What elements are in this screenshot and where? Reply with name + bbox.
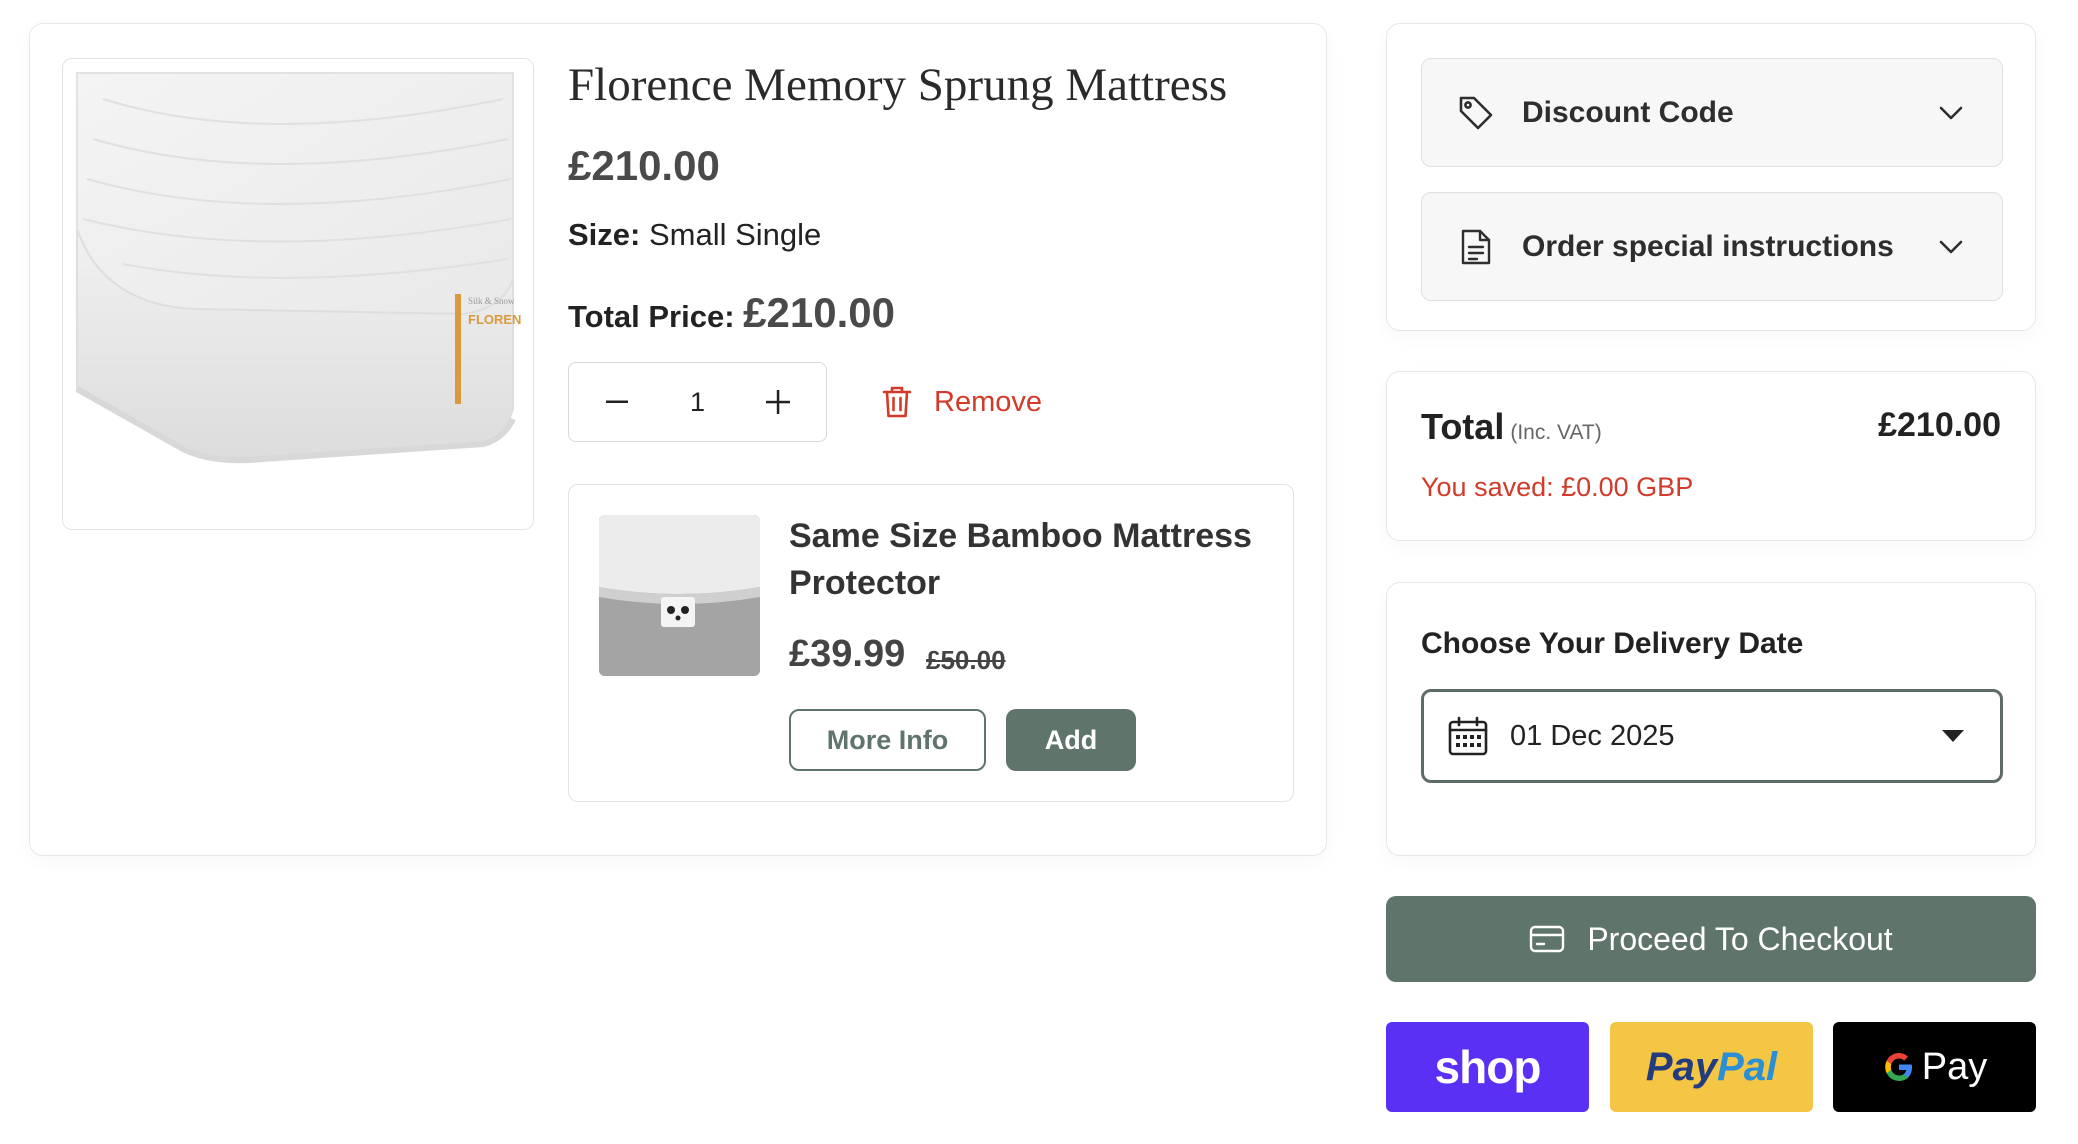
discount-code-accordion[interactable]: Discount Code bbox=[1421, 58, 2003, 167]
upsell-product-card: Same Size Bamboo Mattress Protector £39.… bbox=[568, 484, 1294, 802]
size-label: Size: bbox=[568, 217, 641, 252]
google-g-icon bbox=[1884, 1053, 1912, 1081]
credit-card-icon bbox=[1530, 925, 1565, 953]
vat-note: (Inc. VAT) bbox=[1510, 421, 1602, 444]
remove-item-button[interactable]: Remove bbox=[882, 382, 1042, 422]
total-price-value: £210.00 bbox=[743, 289, 895, 336]
product-price: £210.00 bbox=[568, 142, 720, 189]
cart-total-value: £210.00 bbox=[1878, 406, 2001, 444]
total-price-label: Total Price: bbox=[568, 299, 735, 334]
shop-pay-button[interactable]: shop bbox=[1386, 1022, 1589, 1112]
size-value: Small Single bbox=[648, 217, 822, 252]
proceed-to-checkout-button[interactable]: Proceed To Checkout bbox=[1386, 896, 2036, 982]
caret-down-icon bbox=[1942, 730, 1964, 742]
delivery-date-select[interactable]: 01 Dec 2025 bbox=[1421, 689, 2003, 783]
add-upsell-button[interactable]: Add bbox=[1006, 709, 1136, 771]
savings-text: You saved: £0.00 GBP bbox=[1421, 472, 1694, 502]
mattress-illustration: FLOREN Silk & Snow bbox=[63, 59, 533, 529]
google-pay-label: Pay bbox=[1921, 1045, 1988, 1088]
paypal-logo-part2: Pal bbox=[1717, 1044, 1778, 1089]
product-image[interactable]: FLOREN Silk & Snow bbox=[62, 58, 534, 530]
discount-code-label: Discount Code bbox=[1522, 95, 1734, 129]
variant-size: Size: Small Single bbox=[568, 217, 821, 253]
minus-icon bbox=[606, 400, 628, 403]
cart-extras-card: Discount Code Order special instructions bbox=[1386, 23, 2036, 331]
chevron-down-icon bbox=[1936, 98, 1966, 128]
mattress-brand-small: Silk & Snow bbox=[468, 296, 515, 306]
protector-illustration bbox=[599, 515, 760, 676]
cart-item-card: FLOREN Silk & Snow Florence Memory Sprun… bbox=[29, 23, 1327, 856]
total-heading: Total bbox=[1421, 406, 1505, 447]
chevron-down-icon bbox=[1936, 232, 1966, 262]
upsell-product-title[interactable]: Same Size Bamboo Mattress Protector bbox=[789, 513, 1269, 607]
shop-pay-logo: shop bbox=[1434, 1041, 1542, 1093]
plus-icon bbox=[766, 390, 790, 414]
increase-quantity-button[interactable] bbox=[748, 363, 808, 441]
product-title[interactable]: Florence Memory Sprung Mattress bbox=[568, 58, 1227, 112]
remove-label: Remove bbox=[934, 385, 1042, 418]
checkout-label: Proceed To Checkout bbox=[1587, 920, 1893, 957]
special-instructions-accordion[interactable]: Order special instructions bbox=[1421, 192, 2003, 301]
upsell-product-image[interactable] bbox=[599, 515, 760, 676]
paypal-logo-part1: Pay bbox=[1645, 1044, 1718, 1089]
more-info-button[interactable]: More Info bbox=[789, 709, 986, 771]
upsell-compare-price: £50.00 bbox=[926, 645, 1006, 675]
quantity-stepper: 1 bbox=[568, 362, 827, 442]
tag-icon bbox=[1456, 93, 1496, 133]
google-pay-button[interactable]: Pay bbox=[1833, 1022, 2036, 1112]
line-total: Total Price: £210.00 bbox=[568, 289, 895, 337]
cart-total-card: Total (Inc. VAT) £210.00 You saved: £0.00… bbox=[1386, 371, 2036, 541]
delivery-heading: Choose Your Delivery Date bbox=[1421, 627, 1804, 660]
calendar-icon bbox=[1446, 714, 1490, 758]
quantity-input[interactable]: 1 bbox=[629, 363, 766, 441]
document-icon bbox=[1456, 227, 1496, 267]
paypal-button[interactable]: Pay Pal bbox=[1610, 1022, 1813, 1112]
trash-icon bbox=[882, 386, 912, 418]
delivery-date-card: Choose Your Delivery Date 01 Dec 2025 bbox=[1386, 582, 2036, 856]
mattress-brand-label: FLOREN bbox=[468, 312, 521, 327]
special-instructions-label: Order special instructions bbox=[1522, 229, 1894, 263]
total-label: Total (Inc. VAT) bbox=[1421, 406, 1602, 448]
upsell-price: £39.99 bbox=[789, 633, 906, 675]
selected-delivery-date: 01 Dec 2025 bbox=[1510, 719, 1675, 752]
